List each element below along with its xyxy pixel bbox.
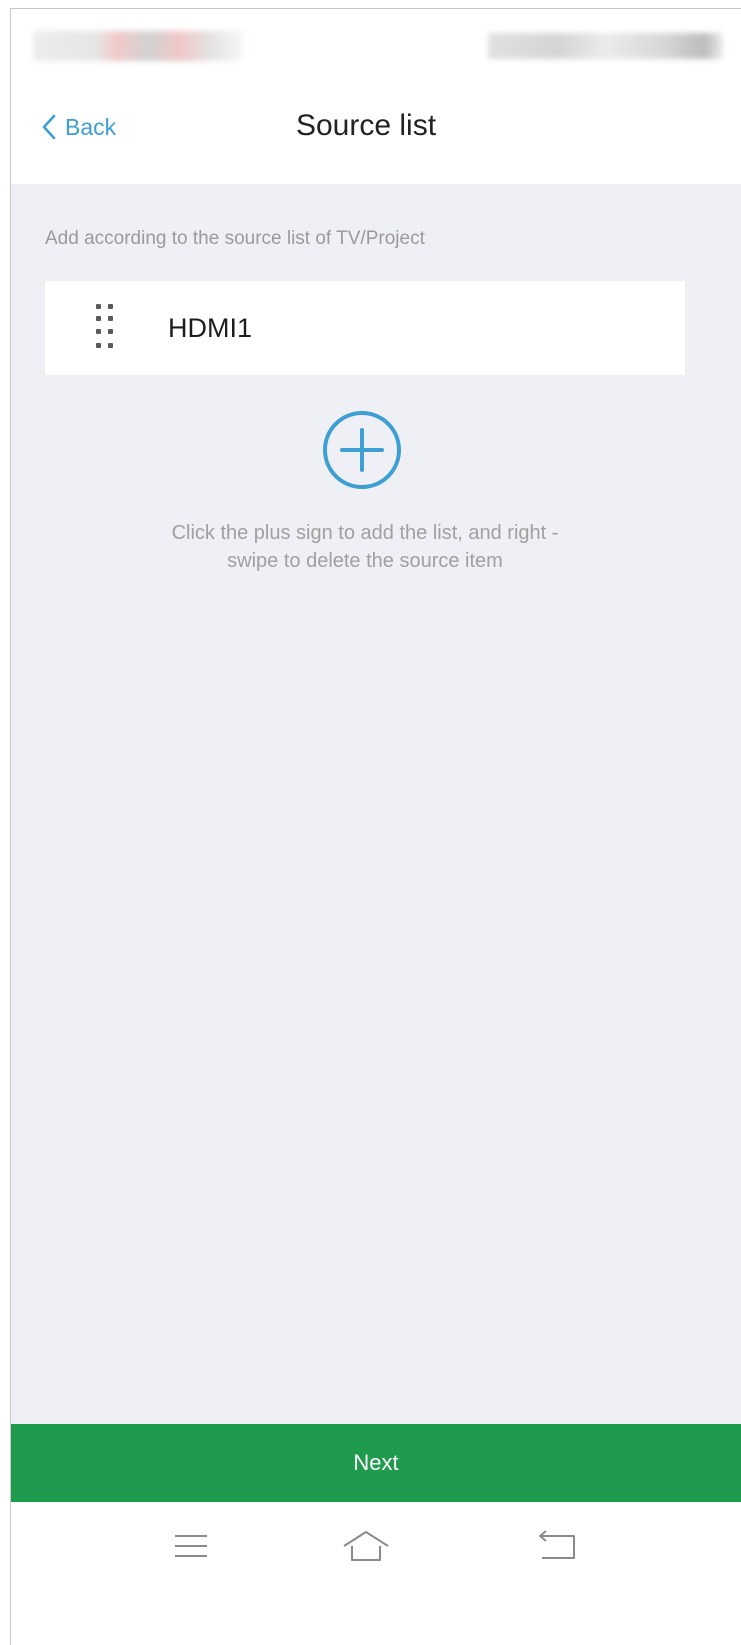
plus-circle-icon <box>323 411 401 489</box>
drag-handle-icon[interactable] <box>95 303 117 355</box>
return-icon <box>539 1530 575 1559</box>
app-screen: Back Source list Add according to the so… <box>10 8 741 1645</box>
page-title: Source list <box>295 109 437 142</box>
header: Back Source list <box>11 79 741 184</box>
nav-return-button[interactable] <box>526 1522 586 1572</box>
next-button[interactable]: Next <box>11 1424 741 1502</box>
add-delete-hint: Click the plus sign to add the list, and… <box>11 519 741 575</box>
add-source-button[interactable] <box>321 409 403 491</box>
hint-line-1: Click the plus sign to add the list, and… <box>171 522 559 544</box>
nav-menu-button[interactable] <box>161 1522 221 1572</box>
status-bar-left-blurred <box>33 31 243 61</box>
menu-icon <box>175 1535 207 1557</box>
hint-line-2: swipe to delete the source item <box>227 550 503 572</box>
main-content: Add according to the source list of TV/P… <box>11 184 741 1424</box>
nav-home-button[interactable] <box>336 1522 396 1572</box>
home-icon <box>343 1531 389 1561</box>
source-item-label: HDMI1 <box>168 313 253 343</box>
source-list-item[interactable]: HDMI1 <box>45 281 685 375</box>
instruction-text: Add according to the source list of TV/P… <box>45 228 425 249</box>
status-bar-right-blurred <box>488 33 723 59</box>
status-bar <box>11 9 741 79</box>
system-nav-bar <box>11 1502 741 1645</box>
